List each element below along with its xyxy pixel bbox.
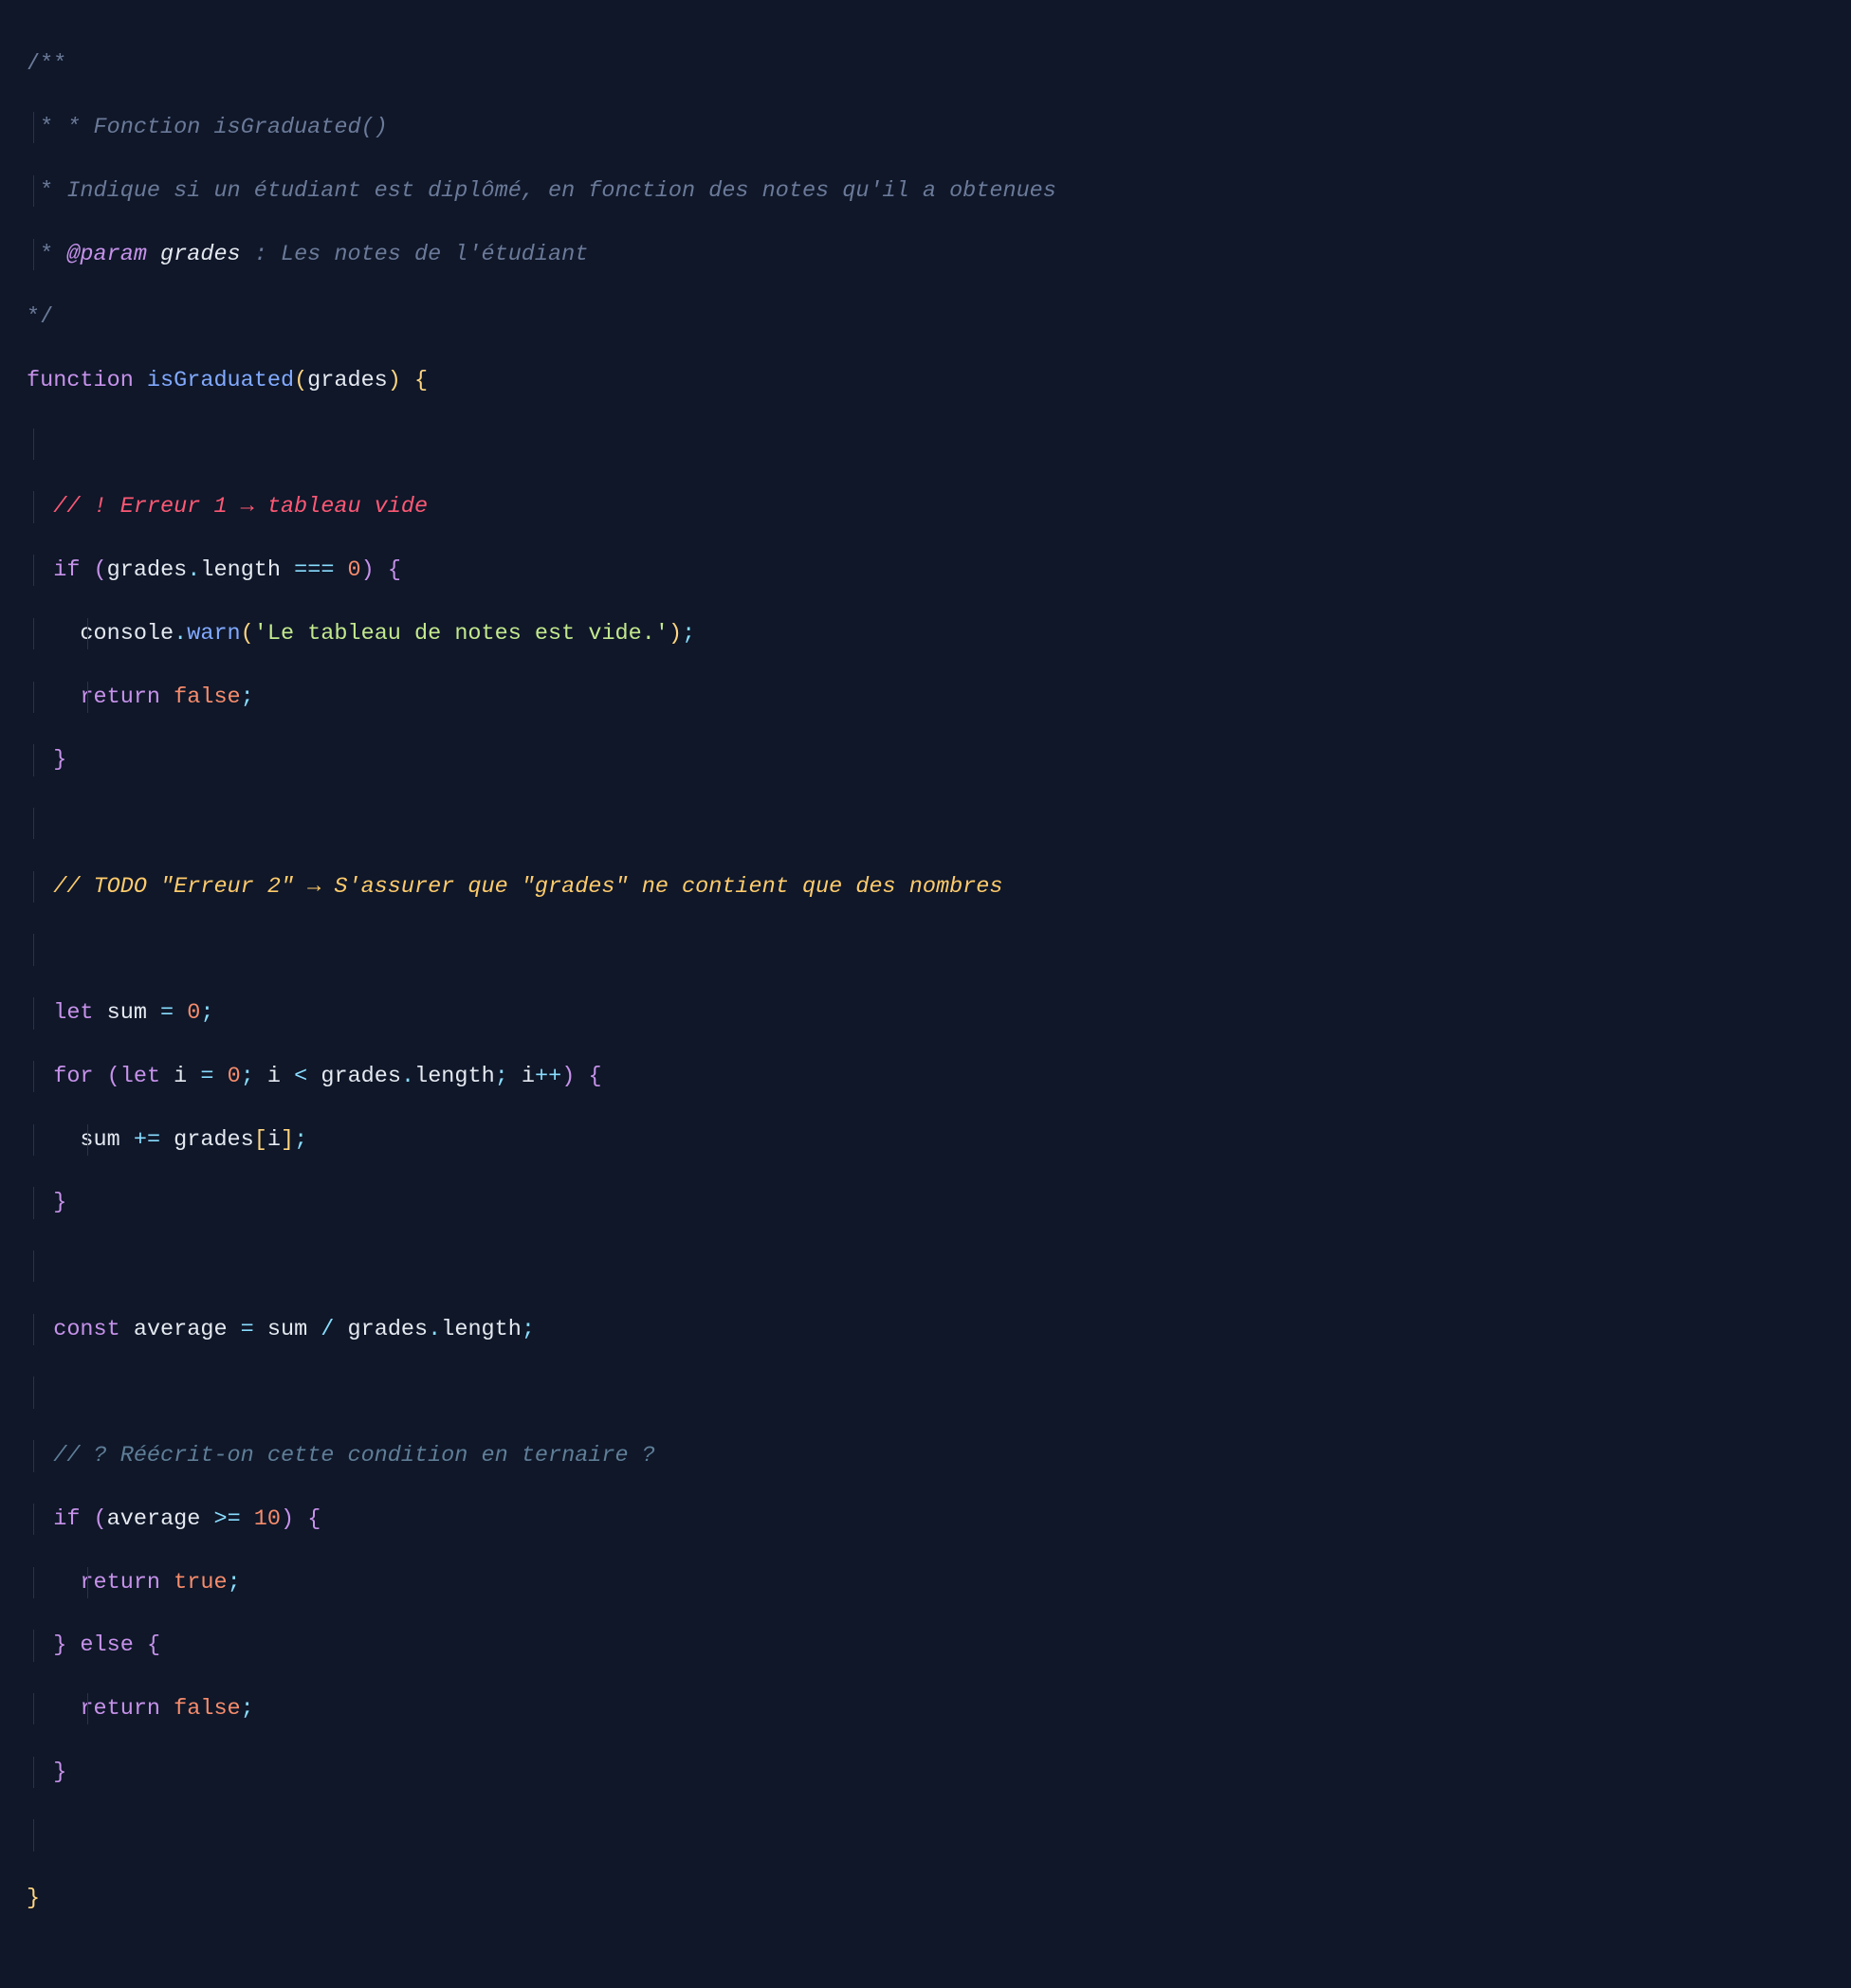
code-line: } else { — [27, 1630, 1824, 1661]
keyword-const: const — [53, 1317, 120, 1342]
indent-guide — [33, 112, 34, 143]
code-line — [27, 1250, 1824, 1282]
code-line — [27, 808, 1824, 839]
code-line: if (average >= 10) { — [27, 1504, 1824, 1535]
string-literal: 'Le tableau de notes est vide.' — [254, 621, 669, 647]
keyword-if: if — [53, 1506, 80, 1532]
indent-guide — [33, 175, 34, 207]
indent-guide — [33, 934, 34, 965]
keyword-else: else — [66, 1632, 134, 1658]
code-line — [27, 934, 1824, 965]
indent-guide — [33, 1757, 34, 1788]
indent-guide — [33, 682, 34, 713]
keyword-return: return — [80, 684, 160, 710]
indent-guide — [33, 1693, 34, 1724]
code-line: /** — [27, 48, 1824, 80]
code-line: // ? Réécrit-on cette condition en terna… — [27, 1440, 1824, 1471]
indent-guide — [87, 1567, 88, 1598]
doc-comment-close: */ — [27, 304, 53, 330]
indent-guide — [87, 1693, 88, 1724]
code-line: * * Fonction isGraduated() — [27, 112, 1824, 143]
keyword-return: return — [80, 1696, 160, 1722]
todo-comment: // TODO "Erreur 2" → S'assurer que "grad… — [53, 874, 1002, 900]
keyword-let: let — [53, 1000, 93, 1026]
indent-guide — [33, 1250, 34, 1282]
indent-guide — [33, 1187, 34, 1218]
code-line: console.warn('Le tableau de notes est vi… — [27, 618, 1824, 649]
indent-guide — [87, 682, 88, 713]
keyword-function: function — [27, 368, 134, 393]
code-line: const average = sum / grades.length; — [27, 1314, 1824, 1345]
code-line — [27, 1377, 1824, 1408]
code-line — [27, 1819, 1824, 1851]
indent-guide — [33, 1630, 34, 1661]
keyword-for: for — [53, 1064, 93, 1089]
error-comment: // ! Erreur 1 → tableau vide — [53, 494, 428, 520]
question-comment: // ? Réécrit-on cette condition en terna… — [53, 1443, 655, 1468]
code-line: return false; — [27, 1693, 1824, 1724]
indent-guide — [33, 1314, 34, 1345]
indent-guide — [87, 618, 88, 649]
indent-guide — [33, 1504, 34, 1535]
indent-guide — [33, 429, 34, 460]
indent-guide — [87, 1124, 88, 1156]
code-line: // ! Erreur 1 → tableau vide — [27, 491, 1824, 522]
code-line: // TODO "Erreur 2" → S'assurer que "grad… — [27, 871, 1824, 903]
indent-guide — [33, 808, 34, 839]
indent-guide — [33, 239, 34, 270]
keyword-return: return — [80, 1570, 160, 1596]
indent-guide — [33, 491, 34, 522]
code-line — [27, 429, 1824, 460]
code-line: * @param grades : Les notes de l'étudian… — [27, 239, 1824, 270]
code-line: * Indique si un étudiant est diplômé, en… — [27, 175, 1824, 207]
indent-guide — [33, 555, 34, 586]
code-line: function isGraduated(grades) { — [27, 365, 1824, 396]
closing-brace: } — [27, 1886, 40, 1911]
code-line: return false; — [27, 682, 1824, 713]
keyword-if: if — [53, 557, 80, 583]
indent-guide — [33, 1567, 34, 1598]
code-line: */ — [27, 301, 1824, 333]
code-line: let sum = 0; — [27, 997, 1824, 1029]
indent-guide — [33, 1124, 34, 1156]
indent-guide — [33, 871, 34, 903]
indent-guide — [33, 744, 34, 775]
doc-comment-open: /** — [27, 51, 66, 77]
method-warn: warn — [187, 621, 240, 647]
function-name: isGraduated — [134, 368, 294, 393]
indent-guide — [33, 1440, 34, 1471]
jsdoc-param-tag: @param — [66, 242, 147, 267]
indent-guide — [33, 997, 34, 1029]
indent-guide — [33, 1819, 34, 1851]
indent-guide — [33, 1377, 34, 1408]
code-line: for (let i = 0; i < grades.length; i++) … — [27, 1061, 1824, 1092]
code-line: } — [27, 1187, 1824, 1218]
code-editor[interactable]: /** * * Fonction isGraduated() * Indique… — [0, 0, 1851, 1988]
code-line: } — [27, 744, 1824, 775]
code-line: } — [27, 1757, 1824, 1788]
code-line: if (grades.length === 0) { — [27, 555, 1824, 586]
code-line: return true; — [27, 1567, 1824, 1598]
indent-guide — [33, 1061, 34, 1092]
code-line: } — [27, 1883, 1824, 1914]
indent-guide — [33, 618, 34, 649]
code-line: sum += grades[i]; — [27, 1124, 1824, 1156]
